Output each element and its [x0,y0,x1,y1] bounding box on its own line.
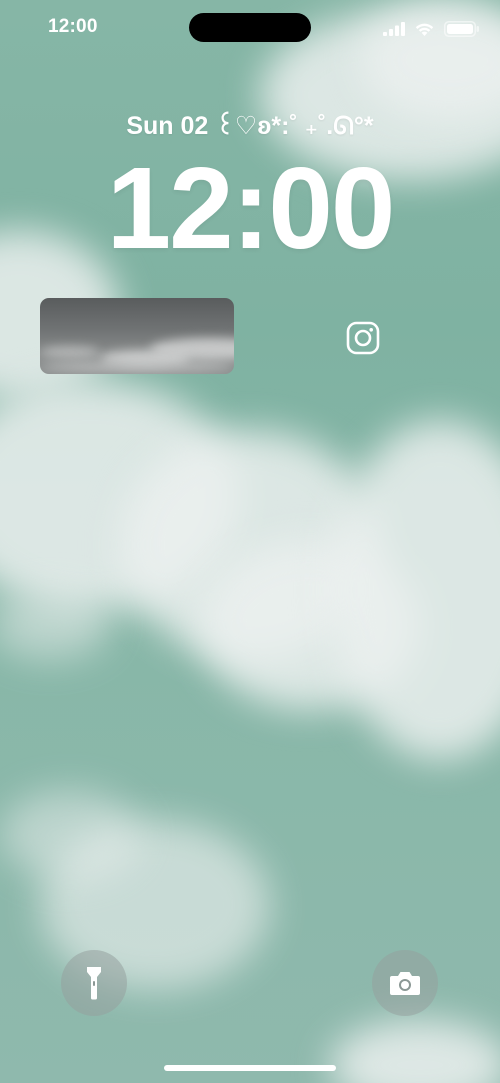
instagram-icon [346,321,380,355]
status-bar: 12:00 [0,0,500,56]
status-time: 12:00 [48,16,98,37]
dynamic-island [189,13,311,42]
instagram-widget[interactable] [345,320,381,356]
flashlight-icon [87,967,101,1000]
lock-screen-date: Sun 02 ꒰♡ʚ*:˚ ₊˚.ᘏ°* [126,112,374,140]
photo-widget[interactable] [40,298,234,374]
lock-screen-clock: 12:00 [106,143,396,273]
camera-button[interactable] [372,950,438,1016]
cellular-signal-icon [383,22,405,36]
status-icons [383,20,480,38]
flashlight-button[interactable] [61,950,127,1016]
battery-icon [444,21,479,37]
camera-icon [390,972,420,995]
home-indicator[interactable] [164,1065,336,1071]
wifi-icon [415,23,434,36]
